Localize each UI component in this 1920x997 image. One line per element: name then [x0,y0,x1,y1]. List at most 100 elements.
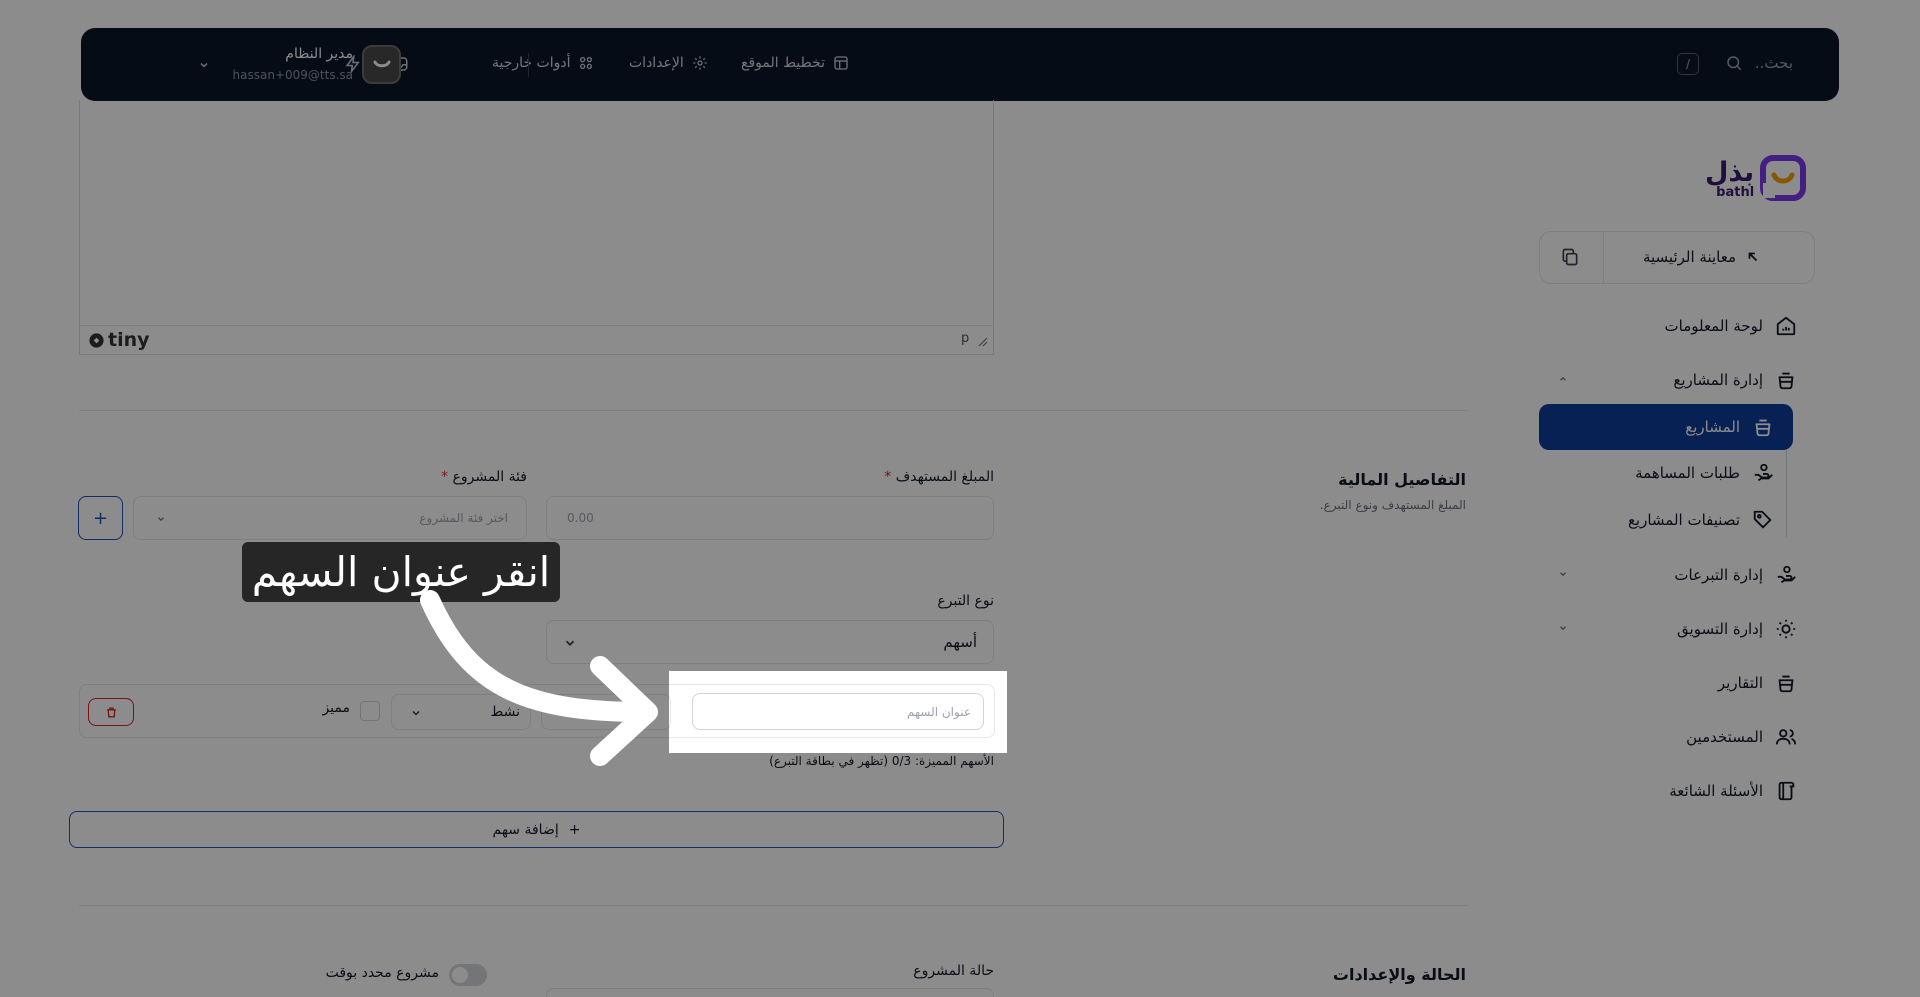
share-title-input[interactable]: عنوان السهم [692,693,984,730]
avatar-logo-icon [373,60,390,67]
search-placeholder[interactable]: بحث.. [1755,54,1793,72]
logo-mark-icon [1760,155,1807,201]
sidebar-item-label: طلبات المساهمة [1635,464,1740,482]
logo-english: bathl [1716,185,1755,200]
trash-icon [106,706,116,718]
category-select[interactable]: اختر فئة المشروع [133,496,527,540]
sidebar-item-label: المستخدمين [1686,728,1763,746]
target-amount-label: المبلغ المستهدف * [884,469,994,485]
sidebar-item-projects-management[interactable]: إدارة المشاريع [1673,369,1797,391]
share-status-select[interactable]: نشط [391,694,531,730]
tiny-brand-icon [89,332,104,348]
gear-icon [693,56,707,70]
hand-coin-icon [1754,463,1773,482]
category-label-text: فئة المشروع [452,469,527,485]
required-mark: * [884,469,892,485]
preview-card-divider [1603,232,1604,283]
chevron-down-icon [158,517,164,522]
add-category-button[interactable]: + [78,496,123,540]
status-section-title: الحالة والإعدادات [1332,965,1466,984]
preview-home-card: معاينة الرئيسية [1539,231,1815,284]
plus-icon: + [92,507,109,529]
category-label: فئة المشروع * [441,469,527,485]
copy-link-button[interactable] [1560,247,1580,267]
target-amount-input[interactable]: 0.00 [546,496,994,540]
sidebar-item-reports[interactable]: التقارير [1718,672,1797,694]
add-share-label: إضافة سهم [492,821,559,838]
settings-menu[interactable]: الإعدادات [629,55,708,71]
sidebar-item-label: لوحة المعلومات [1664,317,1764,335]
share-status-value: نشط [490,704,520,720]
brand-logo[interactable]: بذل bathl [1705,155,1808,203]
search-icon [1727,56,1742,71]
sidebar-item-label: إدارة التسويق [1677,620,1763,638]
project-status-label: حالة المشروع [913,963,994,979]
sidebar-item-marketing-management[interactable]: إدارة التسويق [1677,618,1797,640]
search-shortcut-badge: / [1677,53,1699,75]
pot-icon [1778,675,1794,693]
logo-arabic: بذل [1705,157,1755,188]
editor-statusbar [79,325,994,355]
target-amount-label-text: المبلغ المستهدف [895,469,994,485]
donation-type-label: نوع التبرع [937,593,994,609]
sidebar-item-projects[interactable]: المشاريع [1685,416,1774,438]
apps-icon [580,57,593,69]
sidebar-item-contribution-requests[interactable]: طلبات المساهمة [1635,462,1774,484]
chevron-down-icon [412,710,420,716]
featured-label: مميز [322,700,350,716]
sun-icon [1776,619,1796,639]
preview-home-label: معاينة الرئيسية [1642,248,1736,266]
chevron-down-icon[interactable] [1558,569,1568,579]
user-menu-toggle[interactable] [198,59,210,71]
plus-icon: + [568,821,581,838]
pot-icon [1755,419,1771,437]
delete-share-button[interactable] [88,698,134,726]
resize-handle-icon[interactable] [978,337,988,347]
target-amount-placeholder: 0.00 [567,511,594,525]
chevron-up-icon[interactable] [1558,374,1568,384]
featured-checkbox[interactable] [360,701,380,721]
tutorial-tooltip-text: انقر عنوان السهم [251,548,551,596]
site-layout-menu[interactable]: تخطيط الموقع [741,55,849,71]
copy-icon [1562,248,1578,266]
rich-text-editor[interactable] [79,100,994,355]
sidebar-item-label: تصنيفات المشاريع [1627,511,1740,529]
tutorial-tooltip: انقر عنوان السهم [242,542,560,602]
sidebar-item-dashboard[interactable]: لوحة المعلومات [1665,315,1798,337]
category-placeholder: اختر فئة المشروع [419,511,508,525]
preview-home-link[interactable]: معاينة الرئيسية [1643,248,1760,266]
tiny-logo: tiny [88,329,150,351]
financial-section-title: التفاصيل المالية [1338,470,1466,489]
tiny-brand-text: tiny [108,329,150,351]
arrow-up-left-icon [1748,252,1758,262]
section-divider [79,410,1468,411]
home-icon [1776,316,1796,336]
sidebar-item-label: إدارة المشاريع [1673,371,1763,389]
sidebar-item-label: الأسئلة الشائعة [1669,782,1763,800]
timed-project-toggle[interactable] [449,964,487,986]
share-amount-input[interactable] [541,694,671,730]
share-title-placeholder: عنوان السهم [906,704,971,719]
donation-type-value: أسهم [943,633,977,651]
avatar[interactable] [362,45,401,84]
site-layout-label: تخطيط الموقع [741,55,826,71]
settings-label: الإعدادات [629,55,684,71]
sidebar-item-project-categories[interactable]: تصنيفات المشاريع [1628,509,1774,531]
sidebar-item-label: المشاريع [1685,418,1740,436]
add-share-button[interactable]: + إضافة سهم [69,811,1004,848]
chevron-down-icon[interactable] [1558,623,1568,633]
donation-type-select[interactable]: أسهم [546,620,994,664]
sidebar-item-label: إدارة التبرعات [1674,566,1763,584]
top-navbar: بحث.. / تخطيط الموقع الإعدادات أدوات خار… [81,28,1839,101]
external-tools-menu[interactable]: أدوات خارجية [492,55,594,71]
sidebar-item-users[interactable]: المستخدمين [1686,726,1797,748]
sidebar-item-donations-management[interactable]: إدارة التبرعات [1674,564,1797,586]
scroll-icon [1778,781,1795,801]
project-status-select[interactable] [546,988,994,997]
search-box[interactable]: بحث.. [1725,54,1793,72]
external-tools-label: أدوات خارجية [492,55,571,71]
pot-icon [1778,372,1794,390]
sidebar-item-faq[interactable]: الأسئلة الشائعة [1669,780,1797,802]
user-email: hassan+009@tts.sa [232,68,353,82]
users-icon [1775,729,1797,745]
